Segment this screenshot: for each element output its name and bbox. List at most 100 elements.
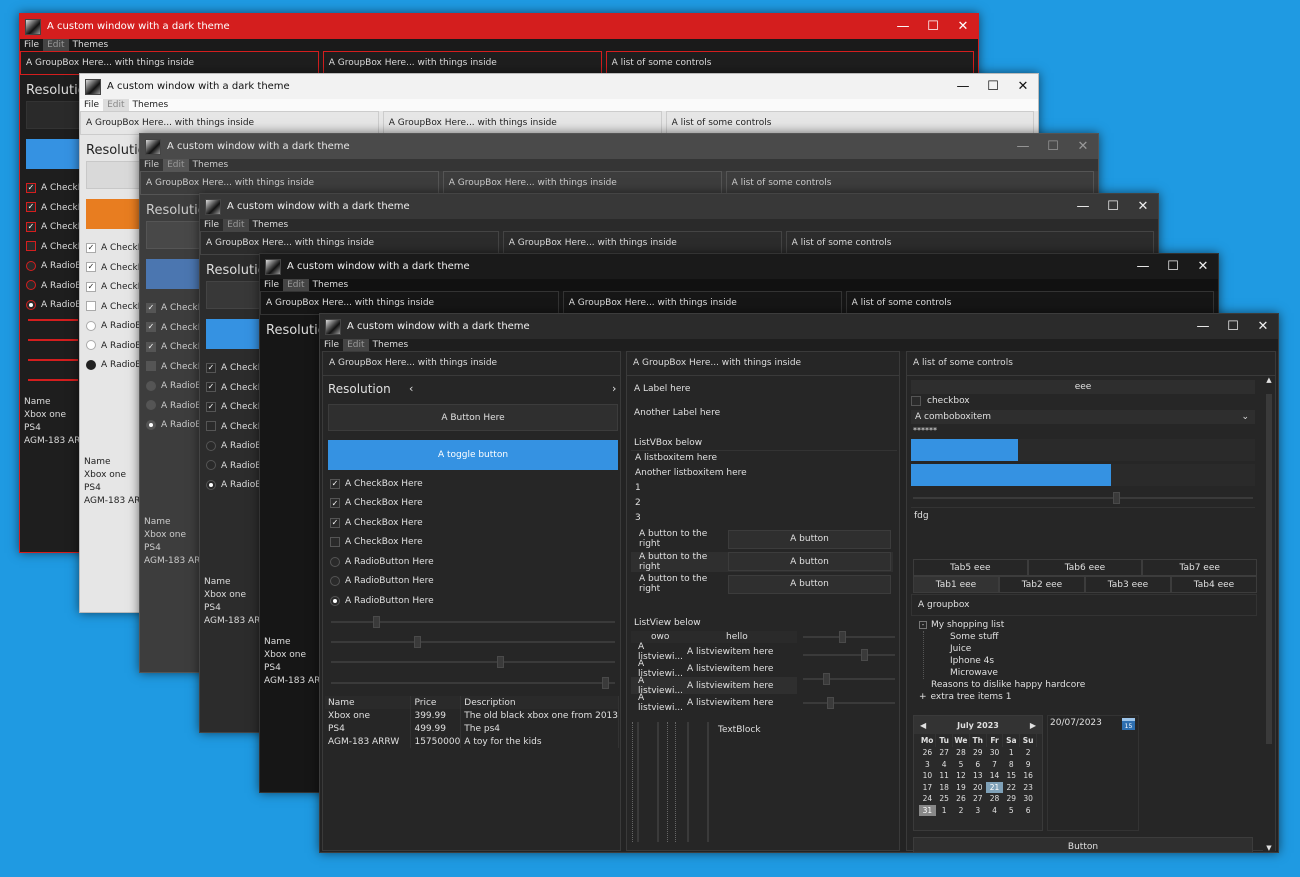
checkbox[interactable]: ✓ <box>206 362 216 373</box>
radio-button[interactable] <box>330 576 340 587</box>
radio-button[interactable] <box>330 556 340 567</box>
minimize-button[interactable]: — <box>1008 134 1038 159</box>
calendar-day[interactable]: 19 <box>953 782 970 794</box>
calendar-day[interactable]: 5 <box>1003 805 1020 817</box>
calendar-icon[interactable]: 15 <box>1122 718 1135 730</box>
list-view[interactable]: owo hello A listviewi... A listviewitem he… <box>631 631 797 713</box>
checkbox[interactable] <box>86 301 96 311</box>
slider-thumb[interactable] <box>497 656 505 668</box>
slider-thumb[interactable] <box>602 677 610 689</box>
checkbox[interactable]: ✓ <box>26 221 36 232</box>
list-item[interactable]: AGM-183 ARR <box>204 615 267 628</box>
checkbox[interactable]: ✓ <box>26 202 36 212</box>
checkbox[interactable]: ✓ <box>26 182 36 193</box>
list-item[interactable]: AGM-183 ARR <box>84 495 147 508</box>
checkbox[interactable]: ✓ <box>330 498 340 509</box>
menu-edit[interactable]: Edit <box>43 39 69 51</box>
close-button[interactable]: ✕ <box>1068 134 1098 159</box>
list-view[interactable]: Name Xbox one PS4 AGM-183 ARR <box>24 396 87 448</box>
slider-thumb[interactable] <box>372 616 380 628</box>
slider[interactable] <box>803 673 895 685</box>
checkbox[interactable]: ✓ <box>86 262 96 272</box>
tree-item[interactable]: My shopping list <box>931 620 1004 630</box>
row-button[interactable]: A button <box>728 552 891 571</box>
calendar-day[interactable]: 4 <box>986 805 1003 817</box>
slider[interactable] <box>913 492 1253 504</box>
text-box[interactable]: eee <box>911 380 1255 394</box>
checkbox[interactable]: ✓ <box>206 401 216 412</box>
scrollbar-thumb[interactable] <box>1266 394 1272 744</box>
list-view-row[interactable]: A listviewi... A listviewitem here <box>631 642 797 662</box>
radio[interactable] <box>26 280 36 290</box>
radio[interactable] <box>146 380 156 391</box>
maximize-button[interactable]: ☐ <box>1038 134 1068 159</box>
slider-thumb[interactable] <box>1113 492 1120 504</box>
slider[interactable] <box>331 616 615 628</box>
calendar-day[interactable]: 11 <box>936 770 953 782</box>
list-item[interactable]: A listboxitem here <box>635 451 897 466</box>
menu-edit[interactable]: Edit <box>223 219 249 231</box>
menu-file[interactable]: File <box>20 39 43 51</box>
radio[interactable] <box>146 419 156 430</box>
close-button[interactable]: ✕ <box>948 14 978 39</box>
tree-item[interactable]: extra tree items 1 <box>931 692 1012 702</box>
menu-themes[interactable]: Themes <box>189 159 233 171</box>
menu-edit[interactable]: Edit <box>103 99 129 111</box>
list-view[interactable]: Name Xbox one PS4 AGM-183 ARR <box>144 516 207 568</box>
slider-thumb[interactable] <box>839 631 846 643</box>
toggle-button[interactable] <box>206 319 266 349</box>
button[interactable] <box>26 101 86 129</box>
calendar-day[interactable]: 1 <box>936 805 953 817</box>
checkbox[interactable] <box>26 241 36 251</box>
calendar-day[interactable]: 2 <box>953 805 970 817</box>
minimize-button[interactable]: — <box>1128 254 1158 279</box>
close-button[interactable]: ✕ <box>1008 74 1038 99</box>
calendar-day[interactable]: 18 <box>936 782 953 794</box>
list-view[interactable]: Name Xbox one PS4 AGM-183 ARR <box>204 576 267 628</box>
tab-3[interactable]: Tab3 eee <box>1085 576 1171 593</box>
minimize-button[interactable]: — <box>948 74 978 99</box>
radio[interactable] <box>86 320 96 331</box>
close-button[interactable]: ✕ <box>1188 254 1218 279</box>
calendar-day[interactable]: 25 <box>936 793 953 805</box>
radio[interactable] <box>26 299 36 310</box>
radio[interactable] <box>206 479 216 490</box>
list-view-row[interactable]: A listviewi... A listviewitem here <box>631 659 797 679</box>
calendar-day[interactable]: 28 <box>953 747 970 759</box>
slider-thumb[interactable] <box>861 649 868 661</box>
bottom-button[interactable]: Button <box>913 837 1253 852</box>
tab-7[interactable]: Tab7 eee <box>1142 559 1258 576</box>
calendar-day[interactable]: 17 <box>919 782 936 794</box>
menu-edit[interactable]: Edit <box>163 159 189 171</box>
button[interactable] <box>86 161 146 189</box>
calendar-day[interactable]: 12 <box>953 770 970 782</box>
calendar-day[interactable]: 22 <box>1003 782 1020 794</box>
minimize-button[interactable]: — <box>1068 194 1098 219</box>
title-bar[interactable]: A custom window with a dark theme — ☐ ✕ <box>20 14 978 39</box>
row-button[interactable]: A button <box>728 529 891 549</box>
calendar-day[interactable]: 26 <box>919 747 936 759</box>
tab-6[interactable]: Tab6 eee <box>1027 559 1143 576</box>
calendar-day[interactable]: 5 <box>953 759 970 771</box>
maximize-button[interactable]: ☐ <box>978 74 1008 99</box>
calendar-day[interactable]: 21 <box>986 781 1003 793</box>
menu-file[interactable]: File <box>320 339 343 351</box>
calendar-day[interactable]: 10 <box>919 770 936 782</box>
calendar-month[interactable]: July 2023 <box>957 721 999 730</box>
list-item[interactable]: Another listboxitem here <box>635 466 897 481</box>
checkbox[interactable]: ✓ <box>146 341 156 352</box>
combobox[interactable]: A comboboxitem ⌄ <box>911 410 1255 424</box>
list-item[interactable]: AGM-183 ARR <box>264 675 327 688</box>
calendar-day[interactable]: 20 <box>969 782 986 794</box>
column-header[interactable]: Description <box>460 696 619 709</box>
tree-item[interactable]: Iphone 4s <box>950 655 1085 667</box>
next-month-icon[interactable]: ▶ <box>1030 721 1036 730</box>
calendar-day[interactable]: 24 <box>919 793 936 805</box>
slider[interactable] <box>28 379 78 381</box>
radio[interactable] <box>86 359 96 370</box>
slider[interactable] <box>803 697 895 709</box>
calendar-day[interactable]: 16 <box>1020 770 1037 782</box>
calendar-day[interactable]: 30 <box>1020 793 1037 805</box>
calendar-day[interactable]: 1 <box>1003 747 1020 759</box>
list-item[interactable]: Xbox one <box>264 649 327 662</box>
